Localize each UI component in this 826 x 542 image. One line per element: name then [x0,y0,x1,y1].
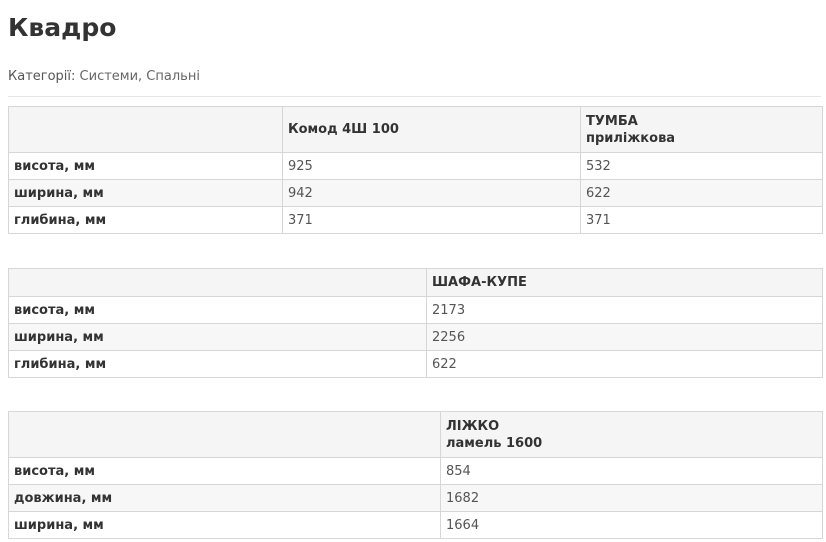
cell-value: 1682 [440,484,823,512]
cell-value: 2173 [426,296,823,324]
cell-value: 942 [282,179,581,207]
table-row: висота, мм 2173 [8,296,823,324]
row-label: глибина, мм [8,350,427,378]
table-row: висота, мм 854 [8,457,823,485]
cell-value: 371 [580,206,823,234]
cell-value: 371 [282,206,581,234]
table-row: ширина, мм 942 622 [8,179,823,207]
cell-value: 1664 [440,511,823,539]
column-subtitle: приліжкова [586,130,676,146]
table-row: довжина, мм 1682 [8,484,823,512]
spec-table-2: ШАФА-КУПЕ висота, мм 2173 ширина, мм 225… [8,268,823,378]
spec-table-3: ЛІЖКО ламель 1600 висота, мм 854 довжина… [8,411,823,539]
page-title: Квадро [8,13,117,42]
header-cell-empty [8,411,441,458]
header-cell-product: ЛІЖКО ламель 1600 [440,411,823,458]
table-row: глибина, мм 622 [8,350,823,378]
column-subtitle: ламель 1600 [446,435,543,451]
row-label: висота, мм [8,152,283,180]
table-row: ширина, мм 2256 [8,323,823,351]
row-label: довжина, мм [8,484,441,512]
table-header-row: ШАФА-КУПЕ [8,268,823,297]
spec-table-1: Комод 4Ш 100 ТУМБА приліжкова висота, мм… [8,106,823,234]
cell-value: 2256 [426,323,823,351]
categories-links[interactable]: Системи, Спальні [80,69,200,84]
table-header-row: Комод 4Ш 100 ТУМБА приліжкова [8,106,823,153]
table-row: ширина, мм 1664 [8,511,823,539]
categories-label: Категорії: [8,69,76,84]
header-cell-product: ТУМБА приліжкова [580,106,823,153]
cell-value: 532 [580,152,823,180]
categories-line: Категорії: Системи, Спальні [8,68,200,86]
row-label: висота, мм [8,296,427,324]
header-cell-product: ШАФА-КУПЕ [426,268,823,297]
table-header-row: ЛІЖКО ламель 1600 [8,411,823,458]
table-row: висота, мм 925 532 [8,152,823,180]
header-cell-product: Комод 4Ш 100 [282,106,581,153]
column-title: ШАФА-КУПЕ [432,275,527,290]
row-label: глибина, мм [8,206,283,234]
header-cell-empty [8,106,283,153]
divider [8,96,821,97]
column-title: Комод 4Ш 100 [288,122,399,137]
column-title: ТУМБА [586,113,638,129]
header-cell-empty [8,268,427,297]
cell-value: 925 [282,152,581,180]
column-title: ЛІЖКО [446,418,500,434]
cell-value: 622 [580,179,823,207]
row-label: висота, мм [8,457,441,485]
row-label: ширина, мм [8,323,427,351]
row-label: ширина, мм [8,179,283,207]
table-row: глибина, мм 371 371 [8,206,823,234]
row-label: ширина, мм [8,511,441,539]
cell-value: 854 [440,457,823,485]
cell-value: 622 [426,350,823,378]
